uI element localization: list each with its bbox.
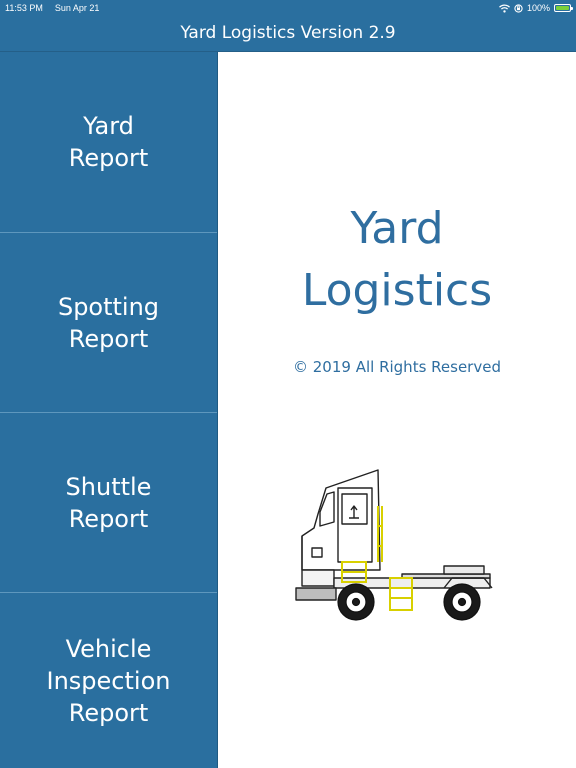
battery-fill (556, 6, 569, 10)
wifi-icon (499, 3, 510, 13)
orientation-lock-icon (514, 3, 523, 13)
sidebar-item-vehicle-inspection-report[interactable]: Vehicle Inspection Report (0, 593, 217, 768)
sidebar-item-spotting-report[interactable]: Spotting Report (0, 233, 217, 413)
page-title: Yard Logistics Version 2.9 (180, 23, 396, 43)
app-screen: 11:53 PM Sun Apr 21 100% Yard Logistics V… (0, 0, 576, 768)
yard-truck-illustration (295, 469, 493, 621)
sidebar-item-label: Yard Report (68, 112, 149, 172)
status-time: 11:53 PM (5, 3, 43, 13)
sidebar: Yard Report Spotting Report Shuttle Repo… (0, 52, 218, 768)
sidebar-item-yard-report[interactable]: Yard Report (0, 52, 217, 233)
sidebar-item-label: Vehicle Inspection Report (46, 634, 171, 727)
sidebar-item-label: Shuttle Report (65, 472, 152, 533)
status-left: 11:53 PM Sun Apr 21 (5, 0, 99, 16)
status-bar: 11:53 PM Sun Apr 21 100% (0, 0, 576, 16)
battery-icon (554, 4, 573, 12)
sidebar-item-label: Spotting Report (57, 292, 160, 353)
sidebar-item-shuttle-report[interactable]: Shuttle Report (0, 413, 217, 593)
status-right: 100% (499, 0, 573, 16)
app-name-heading: Yard Logistics (301, 203, 493, 316)
battery-percent: 100% (526, 3, 550, 13)
copyright-text: © 2019 All Rights Reserved (293, 358, 501, 376)
main-panel: Yard Logistics © 2019 All Rights Reserve… (218, 52, 576, 768)
battery-tip (571, 7, 573, 10)
title-bar: Yard Logistics Version 2.9 (0, 16, 576, 52)
status-date: Sun Apr 21 (54, 3, 100, 13)
